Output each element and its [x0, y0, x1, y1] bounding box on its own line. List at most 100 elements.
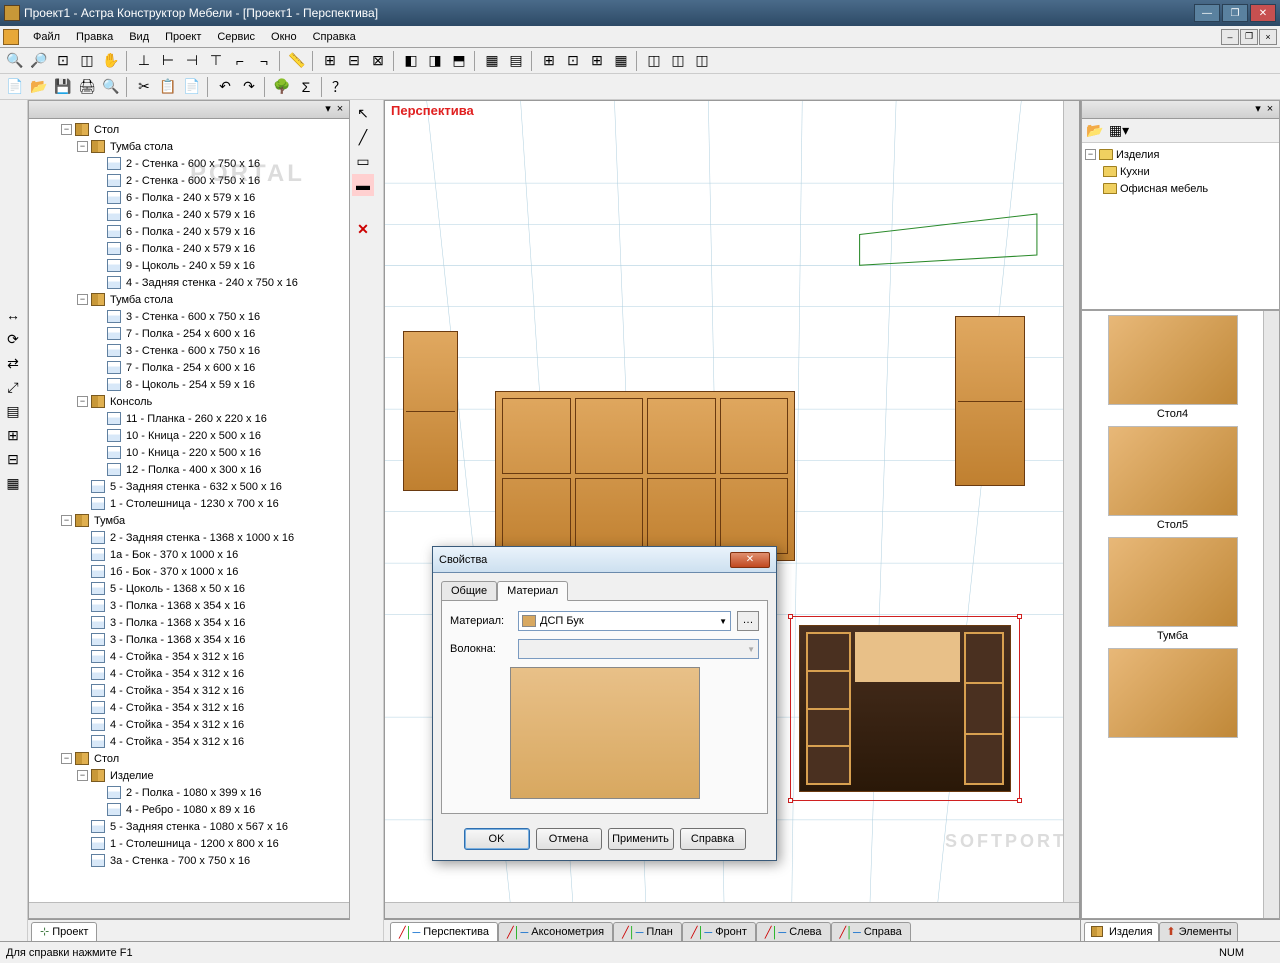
- save-icon[interactable]: 💾: [52, 76, 74, 98]
- line-icon[interactable]: ╱: [352, 126, 374, 148]
- project-tree[interactable]: −Стол−Тумба стола2 - Стенка - 600 x 750 …: [29, 119, 349, 902]
- menu-вид[interactable]: Вид: [121, 29, 157, 45]
- menu-правка[interactable]: Правка: [68, 29, 121, 45]
- grid4-icon[interactable]: ▦: [610, 50, 632, 72]
- tree-row[interactable]: 10 - Кница - 220 x 500 x 16: [29, 427, 349, 444]
- tab-elements[interactable]: ⬆Элементы: [1159, 922, 1238, 942]
- tree-row[interactable]: 2 - Полка - 1080 x 399 x 16: [29, 784, 349, 801]
- rect-icon[interactable]: ▭: [352, 150, 374, 172]
- ok-button[interactable]: OK: [464, 828, 530, 850]
- tree-row[interactable]: 4 - Стойка - 354 x 312 x 16: [29, 665, 349, 682]
- grid3-icon[interactable]: ⊞: [586, 50, 608, 72]
- mdi-restore[interactable]: ❐: [1240, 29, 1258, 45]
- panel-close-icon[interactable]: ×: [334, 104, 346, 116]
- tree-row[interactable]: 1a - Бок - 370 x 1000 x 16: [29, 546, 349, 563]
- view-tab-4[interactable]: ╱│─Слева: [756, 922, 831, 942]
- measure-icon[interactable]: 📏: [286, 50, 308, 72]
- zoom-frame-icon[interactable]: ◫: [76, 50, 98, 72]
- tree-row[interactable]: −Тумба стола: [29, 138, 349, 155]
- tab-project[interactable]: ⊹Проект: [31, 922, 97, 942]
- tree-row[interactable]: 4 - Стойка - 354 x 312 x 16: [29, 699, 349, 716]
- scale-icon[interactable]: ⤢: [2, 376, 24, 398]
- axis3-icon[interactable]: ⊣: [181, 50, 203, 72]
- new-icon[interactable]: 📄: [4, 76, 26, 98]
- tree-row[interactable]: 6 - Полка - 240 x 579 x 16: [29, 223, 349, 240]
- thumbnail-2[interactable]: Тумба: [1088, 537, 1258, 642]
- undo-icon[interactable]: ↶: [214, 76, 236, 98]
- tree-row[interactable]: 6 - Полка - 240 x 579 x 16: [29, 240, 349, 257]
- lib-pin-icon[interactable]: ▾: [1252, 104, 1264, 116]
- array2-icon[interactable]: ▤: [505, 50, 527, 72]
- tree-hscroll[interactable]: [29, 902, 349, 918]
- axis2-icon[interactable]: ⊢: [157, 50, 179, 72]
- hand-icon[interactable]: ✋: [100, 50, 122, 72]
- axis1-icon[interactable]: ⊥: [133, 50, 155, 72]
- tree-row[interactable]: 1б - Бок - 370 x 1000 x 16: [29, 563, 349, 580]
- material-select[interactable]: ДСП Бук ▼: [518, 611, 731, 631]
- copy-icon[interactable]: 📋: [157, 76, 179, 98]
- lib-grid-icon[interactable]: ▦▾: [1108, 120, 1130, 142]
- dialog-close-button[interactable]: ✕: [730, 552, 770, 568]
- tree-row[interactable]: 6 - Полка - 240 x 579 x 16: [29, 206, 349, 223]
- help-icon[interactable]: ？: [328, 76, 350, 98]
- zoom-in-icon[interactable]: 🔍: [4, 50, 26, 72]
- menu-справка[interactable]: Справка: [305, 29, 364, 45]
- lib-close-icon[interactable]: ×: [1264, 104, 1276, 116]
- dialog-tab-general[interactable]: Общие: [441, 581, 497, 601]
- menu-сервис[interactable]: Сервис: [209, 29, 263, 45]
- tree-row[interactable]: 3 - Полка - 1368 x 354 x 16: [29, 631, 349, 648]
- snap1-icon[interactable]: ⊞: [319, 50, 341, 72]
- delete-icon[interactable]: ✕: [352, 218, 374, 240]
- preview-icon[interactable]: 🔍: [100, 76, 122, 98]
- snap3-icon[interactable]: ⊠: [367, 50, 389, 72]
- tree-row[interactable]: 2 - Стенка - 600 x 750 x 16: [29, 155, 349, 172]
- axis4-icon[interactable]: ⊤: [205, 50, 227, 72]
- pointer-icon[interactable]: ↖: [352, 102, 374, 124]
- mdi-minimize[interactable]: –: [1221, 29, 1239, 45]
- zoom-out-icon[interactable]: 🔎: [28, 50, 50, 72]
- close-button[interactable]: ✕: [1250, 4, 1276, 22]
- cancel-button[interactable]: Отмена: [536, 828, 602, 850]
- tree-icon[interactable]: 🌳: [271, 76, 293, 98]
- apply-button[interactable]: Применить: [608, 828, 674, 850]
- menu-окно[interactable]: Окно: [263, 29, 305, 45]
- selection-box[interactable]: [790, 616, 1020, 801]
- tree-row[interactable]: 1 - Столешница - 1200 x 800 x 16: [29, 835, 349, 852]
- tree-row[interactable]: 4 - Стойка - 354 x 312 x 16: [29, 716, 349, 733]
- array1-icon[interactable]: ▦: [481, 50, 503, 72]
- thumbnail-3[interactable]: [1088, 648, 1258, 741]
- maximize-button[interactable]: ❐: [1222, 4, 1248, 22]
- tree-row[interactable]: 4 - Задняя стенка - 240 x 750 x 16: [29, 274, 349, 291]
- print-icon[interactable]: 🖨: [76, 76, 98, 98]
- prop-icon[interactable]: ▤: [2, 400, 24, 422]
- tree-row[interactable]: 4 - Стойка - 354 x 312 x 16: [29, 733, 349, 750]
- viewport-vscroll[interactable]: [1063, 101, 1079, 902]
- tree-row[interactable]: 7 - Полка - 254 x 600 x 16: [29, 359, 349, 376]
- redo-icon[interactable]: ↷: [238, 76, 260, 98]
- tree-row[interactable]: 5 - Цоколь - 1368 x 50 x 16: [29, 580, 349, 597]
- zoom-fit-icon[interactable]: ⊡: [52, 50, 74, 72]
- tree-row[interactable]: 4 - Стойка - 354 x 312 x 16: [29, 648, 349, 665]
- table-icon[interactable]: ▦: [2, 472, 24, 494]
- view-tab-3[interactable]: ╱│─Фронт: [682, 922, 756, 942]
- tree-row[interactable]: 8 - Цоколь - 254 x 59 x 16: [29, 376, 349, 393]
- tree-row[interactable]: 7 - Полка - 254 x 600 x 16: [29, 325, 349, 342]
- align2-icon[interactable]: ◨: [424, 50, 446, 72]
- tree-row[interactable]: 3 - Стенка - 600 x 750 x 16: [29, 342, 349, 359]
- material-browse-button[interactable]: …: [737, 611, 759, 631]
- op2-icon[interactable]: ◫: [667, 50, 689, 72]
- fill-icon[interactable]: ▬: [352, 174, 374, 196]
- library-tree[interactable]: −Изделия Кухни Офисная мебель: [1082, 143, 1279, 200]
- tab-products[interactable]: Изделия: [1084, 922, 1159, 942]
- view-tab-0[interactable]: ╱│─Перспектива: [390, 922, 498, 942]
- move-icon[interactable]: ↔: [2, 304, 24, 326]
- mdi-close[interactable]: ×: [1259, 29, 1277, 45]
- help-button[interactable]: Справка: [680, 828, 746, 850]
- menu-проект[interactable]: Проект: [157, 29, 209, 45]
- snap2-icon[interactable]: ⊟: [343, 50, 365, 72]
- view-tab-5[interactable]: ╱│─Справа: [831, 922, 911, 942]
- align1-icon[interactable]: ◧: [400, 50, 422, 72]
- tree-row[interactable]: 3 - Стенка - 600 x 750 x 16: [29, 308, 349, 325]
- tree-row[interactable]: 6 - Полка - 240 x 579 x 16: [29, 189, 349, 206]
- rotate-icon[interactable]: ⟳: [2, 328, 24, 350]
